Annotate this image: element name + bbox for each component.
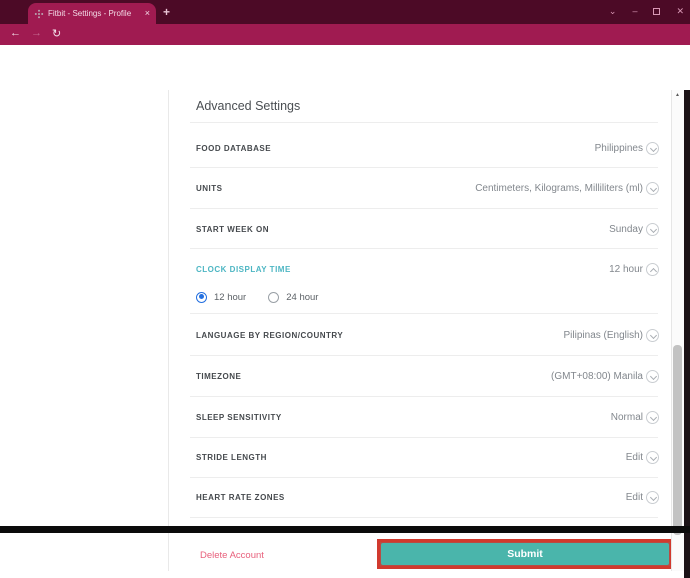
sidebar-divider <box>168 90 169 571</box>
fitbit-favicon-icon <box>34 9 43 18</box>
setting-row-heart-rate-zones[interactable]: HEART RATE ZONES Edit <box>196 487 643 507</box>
scrollbar-up-arrow-icon[interactable]: ▲ <box>675 92 680 98</box>
row-label: TIMEZONE <box>196 371 242 381</box>
radio-label: 24 hour <box>286 291 319 303</box>
row-value: Centimeters, Kilograms, Milliliters (ml) <box>475 182 643 194</box>
submit-highlight-annotation: Submit <box>377 539 673 569</box>
setting-row-sleep-sensitivity[interactable]: SLEEP SENSITIVITY Normal <box>196 407 643 427</box>
delete-account-link[interactable]: Delete Account <box>200 550 264 561</box>
radio-option-24-hour[interactable]: 24 hour <box>268 291 319 303</box>
row-value: 12 hour <box>609 263 643 275</box>
radio-unselected-icon[interactable] <box>268 291 280 303</box>
radio-selected-icon[interactable] <box>196 291 207 303</box>
setting-row-language[interactable]: LANGUAGE BY REGION/COUNTRY Pilipinas (En… <box>196 325 643 345</box>
chevron-down-icon[interactable] <box>646 491 659 504</box>
row-value: Edit <box>625 491 643 503</box>
setting-row-timezone[interactable]: TIMEZONE (GMT+08:00) Manila <box>196 366 643 386</box>
page-title: Advanced Settings <box>196 99 301 113</box>
window-bottom-edge <box>0 526 690 533</box>
reload-button[interactable]: ↻ <box>52 27 61 40</box>
row-label: HEART RATE ZONES <box>196 492 285 502</box>
row-label: STRIDE LENGTH <box>196 452 267 462</box>
setting-row-clock-display-time[interactable]: CLOCK DISPLAY TIME 12 hour <box>196 259 643 279</box>
page-content: Advanced Settings FOOD DATABASE Philippi… <box>0 45 690 578</box>
chevron-down-icon[interactable] <box>646 223 659 236</box>
row-label: CLOCK DISPLAY TIME <box>196 264 291 274</box>
scrollbar-thumb[interactable] <box>673 345 682 535</box>
setting-row-units[interactable]: UNITS Centimeters, Kilograms, Milliliter… <box>196 178 643 198</box>
tab-search-chevron-icon[interactable]: ⌄ <box>609 6 617 16</box>
browser-toolbar: ← → ↻ fitbit.com/settings/profile ☆ J ⋮ <box>0 24 690 66</box>
row-value: (GMT+08:00) Manila <box>551 370 643 382</box>
row-value: Pilipinas (English) <box>563 329 643 341</box>
back-button[interactable]: ← <box>10 27 21 39</box>
browser-window: Fitbit - Settings - Profile × + ⌄ – ✕ ← … <box>0 0 690 578</box>
row-label: LANGUAGE BY REGION/COUNTRY <box>196 330 344 340</box>
chevron-down-icon[interactable] <box>646 142 659 155</box>
window-minimize-button[interactable]: – <box>632 6 637 16</box>
chevron-down-icon[interactable] <box>646 182 659 195</box>
forward-button[interactable]: → <box>31 27 42 39</box>
new-tab-button[interactable]: + <box>163 5 170 19</box>
setting-row-start-week-on[interactable]: START WEEK ON Sunday <box>196 219 643 239</box>
row-value: Normal <box>610 411 643 423</box>
chevron-down-icon[interactable] <box>646 370 659 383</box>
chevron-down-icon[interactable] <box>646 329 659 342</box>
radio-option-12-hour[interactable]: 12 hour <box>196 291 247 303</box>
setting-row-food-database[interactable]: FOOD DATABASE Philippines <box>196 138 643 158</box>
window-maximize-button[interactable] <box>653 7 661 15</box>
row-label: FOOD DATABASE <box>196 143 272 153</box>
row-label: START WEEK ON <box>196 224 270 234</box>
window-right-edge <box>684 90 690 578</box>
tab-close-icon[interactable]: × <box>145 9 150 18</box>
tab-strip: Fitbit - Settings - Profile × + ⌄ – ✕ <box>0 0 690 24</box>
row-label: SLEEP SENSITIVITY <box>196 412 282 422</box>
submit-button[interactable]: Submit <box>381 543 669 565</box>
row-value: Philippines <box>594 142 643 154</box>
window-close-button[interactable]: ✕ <box>676 6 684 16</box>
radio-label: 12 hour <box>214 291 247 303</box>
row-value: Edit <box>625 451 643 463</box>
chevron-down-icon[interactable] <box>646 451 659 464</box>
chevron-up-icon[interactable] <box>646 263 659 276</box>
chevron-down-icon[interactable] <box>646 411 659 424</box>
row-value: Sunday <box>609 223 643 235</box>
setting-row-stride-length[interactable]: STRIDE LENGTH Edit <box>196 447 643 467</box>
row-label: UNITS <box>196 183 223 193</box>
tab-fitbit-settings[interactable]: Fitbit - Settings - Profile × <box>28 3 156 24</box>
clock-format-radio-group: 12 hour 24 hour <box>196 289 318 305</box>
tab-title: Fitbit - Settings - Profile <box>48 9 132 18</box>
